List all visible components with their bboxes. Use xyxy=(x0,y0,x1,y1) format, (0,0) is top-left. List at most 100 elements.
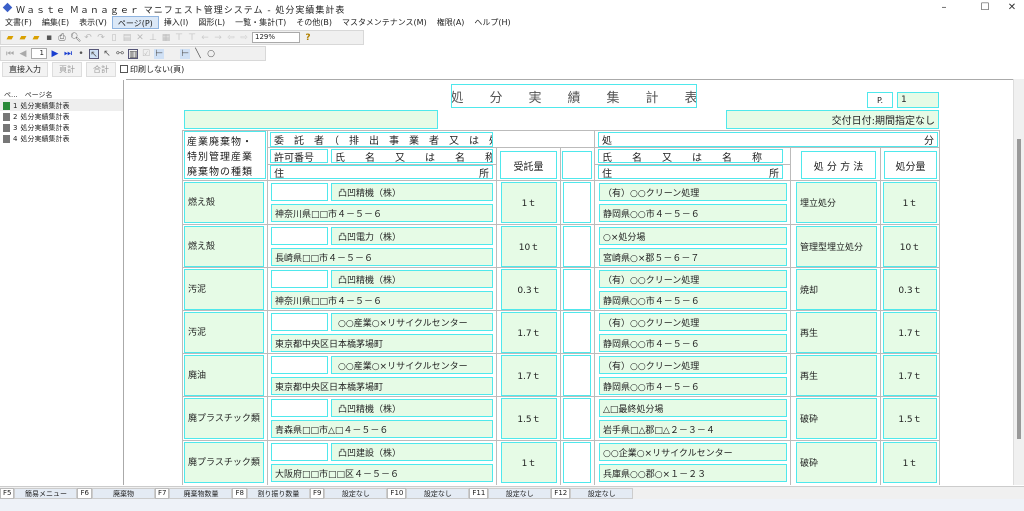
blank-cell[interactable] xyxy=(563,355,591,396)
received-amount-cell[interactable]: 1.7ｔ xyxy=(501,355,557,396)
received-amount-cell[interactable]: 10ｔ xyxy=(501,226,557,267)
menu-item[interactable]: 図形(L) xyxy=(193,16,230,29)
waste-type-cell[interactable]: 燃え殻 xyxy=(184,182,264,223)
waste-type-cell[interactable]: 汚泥 xyxy=(184,269,264,310)
permit-number-field[interactable] xyxy=(271,270,328,288)
menu-item[interactable]: ヘルプ(H) xyxy=(469,16,515,29)
disposer-address-field[interactable]: 兵庫県○○郡○×１－２３ xyxy=(599,464,787,482)
consignor-name-field[interactable]: 凸凹建設（株） xyxy=(331,443,493,461)
field-tool-icon[interactable]: ⊢ xyxy=(154,49,164,59)
print-preview-icon[interactable]: 🔍︎ xyxy=(70,33,80,43)
waste-type-cell[interactable]: 廃プラスチック類 xyxy=(184,442,264,483)
disposal-method-cell[interactable]: 再生 xyxy=(796,355,877,396)
disposer-name-field[interactable]: （有）○○クリーン処理 xyxy=(599,183,787,201)
line-tool-icon[interactable]: ╲ xyxy=(193,49,203,59)
menu-item[interactable]: マスタメンテナンス(M) xyxy=(337,16,432,29)
copy-icon[interactable]: ▯ xyxy=(109,33,119,43)
maximize-button[interactable]: ☐ xyxy=(975,2,995,14)
disposal-amount-cell[interactable]: 0.3ｔ xyxy=(883,269,937,310)
menu-item[interactable]: 権限(A) xyxy=(432,16,470,29)
new-icon[interactable]: ▰ xyxy=(5,33,15,43)
disposal-method-cell[interactable]: 再生 xyxy=(796,312,877,353)
waste-type-cell[interactable]: 燃え殻 xyxy=(184,226,264,267)
multi-select-icon[interactable]: ↖ xyxy=(102,49,112,59)
disposer-address-field[interactable]: 静岡県○○市４－５－６ xyxy=(599,334,787,352)
total-button[interactable]: 合計 xyxy=(86,62,116,77)
forward-icon[interactable]: ⇨ xyxy=(239,33,249,43)
disposal-amount-cell[interactable]: 1ｔ xyxy=(883,182,937,223)
align-icon[interactable]: ⊥ xyxy=(148,33,158,43)
consignor-name-field[interactable]: 凸凹精機（株） xyxy=(331,183,493,201)
direct-input-button[interactable]: 直接入力 xyxy=(2,62,48,77)
issue-date[interactable]: 交付日付:期間指定なし xyxy=(726,110,939,129)
fkey-f9[interactable]: F9設定なし xyxy=(310,487,387,499)
blank-cell[interactable] xyxy=(563,269,591,310)
align-top-icon[interactable]: ⊤ xyxy=(174,33,184,43)
blank-cell[interactable] xyxy=(563,182,591,223)
menu-item[interactable]: ページ(P) xyxy=(112,16,159,29)
delete-icon[interactable]: ✕ xyxy=(135,33,145,43)
fkey-f10[interactable]: F10設定なし xyxy=(387,487,469,499)
ellipse-tool-icon[interactable]: ○ xyxy=(206,49,216,59)
consignor-name-field[interactable]: ○○産業○×リサイクルセンター xyxy=(331,356,493,374)
waste-type-cell[interactable]: 汚泥 xyxy=(184,312,264,353)
page-value[interactable]: 1 xyxy=(897,92,939,108)
consignor-address-field[interactable]: 東京都中央区日本橋茅場町 xyxy=(271,377,493,395)
consignor-address-field[interactable]: 大阪府□□市□□区４－５－６ xyxy=(271,464,493,482)
permit-number-field[interactable] xyxy=(271,443,328,461)
first-page-icon[interactable]: ⏮ xyxy=(5,49,15,59)
help-icon[interactable]: ? xyxy=(303,33,313,43)
page-list-item[interactable]: 4処分実績集計表 xyxy=(0,133,123,144)
grid-icon[interactable]: ▦ xyxy=(161,33,171,43)
disposal-amount-cell[interactable]: 1.7ｔ xyxy=(883,355,937,396)
permit-number-field[interactable] xyxy=(271,399,328,417)
received-amount-cell[interactable]: 0.3ｔ xyxy=(501,269,557,310)
disposal-amount-cell[interactable]: 1ｔ xyxy=(883,442,937,483)
dot-icon[interactable]: • xyxy=(76,49,86,59)
disposer-address-field[interactable]: 静岡県○○市４－５－６ xyxy=(599,291,787,309)
page-number-input[interactable]: 1 xyxy=(31,48,47,59)
fkey-f11[interactable]: F11設定なし xyxy=(469,487,551,499)
disposer-address-field[interactable]: 静岡県○○市４－５－６ xyxy=(599,204,787,222)
zoom-select[interactable]: 129% xyxy=(252,32,300,43)
header-left-field[interactable] xyxy=(184,110,438,129)
page-total-button[interactable]: 頁計 xyxy=(52,62,82,77)
link-icon[interactable]: ⚯ xyxy=(115,49,125,59)
permit-number-field[interactable] xyxy=(271,183,328,201)
vertical-scrollbar[interactable] xyxy=(1013,79,1024,485)
next-page-icon[interactable]: ▶ xyxy=(50,49,60,59)
consignor-address-field[interactable]: 神奈川県□□市４－５－６ xyxy=(271,204,493,222)
disposal-method-cell[interactable]: 埋立処分 xyxy=(796,182,877,223)
disposer-address-field[interactable]: 静岡県○○市４－５－６ xyxy=(599,377,787,395)
blank-tool-icon[interactable] xyxy=(167,49,177,59)
layout-icon[interactable]: ▥ xyxy=(128,49,138,59)
paste-icon[interactable]: ▤ xyxy=(122,33,132,43)
permit-number-field[interactable] xyxy=(271,227,328,245)
blank-cell[interactable] xyxy=(563,226,591,267)
received-amount-cell[interactable]: 1.7ｔ xyxy=(501,312,557,353)
disposal-method-cell[interactable]: 破砕 xyxy=(796,442,877,483)
fkey-f12[interactable]: F12設定なし xyxy=(551,487,633,499)
fkey-f8[interactable]: F8割り振り数量 xyxy=(232,487,309,499)
fkey-f7[interactable]: F7廃棄物数量 xyxy=(155,487,232,499)
prev-page-icon[interactable]: ◀ xyxy=(18,49,28,59)
consignor-name-field[interactable]: 凸凹精機（株） xyxy=(331,270,493,288)
consignor-address-field[interactable]: 青森県□□市△□４－５－６ xyxy=(271,420,493,438)
open-icon[interactable]: ▰ xyxy=(18,33,28,43)
page-list-item[interactable]: 1処分実績集計表 xyxy=(0,100,123,111)
menu-item[interactable]: 文書(F) xyxy=(0,16,37,29)
received-amount-cell[interactable]: 1ｔ xyxy=(501,182,557,223)
received-amount-cell[interactable]: 1ｔ xyxy=(501,442,557,483)
menu-item[interactable]: 編集(E) xyxy=(37,16,74,29)
waste-type-cell[interactable]: 廃油 xyxy=(184,355,264,396)
consignor-address-field[interactable]: 長崎県□□市４－５－６ xyxy=(271,248,493,266)
scroll-thumb[interactable] xyxy=(1017,139,1021,439)
disposal-amount-cell[interactable]: 1.5ｔ xyxy=(883,398,937,439)
consignor-name-field[interactable]: 凸凹電力（株） xyxy=(331,227,493,245)
open-folder-icon[interactable]: ▰ xyxy=(31,33,41,43)
consignor-name-field[interactable]: 凸凹精機（株） xyxy=(331,399,493,417)
disposal-method-cell[interactable]: 焼却 xyxy=(796,269,877,310)
consignor-address-field[interactable]: 東京都中央区日本橋茅場町 xyxy=(271,334,493,352)
save-icon[interactable]: ▪ xyxy=(44,33,54,43)
fkey-f6[interactable]: F6廃棄物 xyxy=(77,487,154,499)
